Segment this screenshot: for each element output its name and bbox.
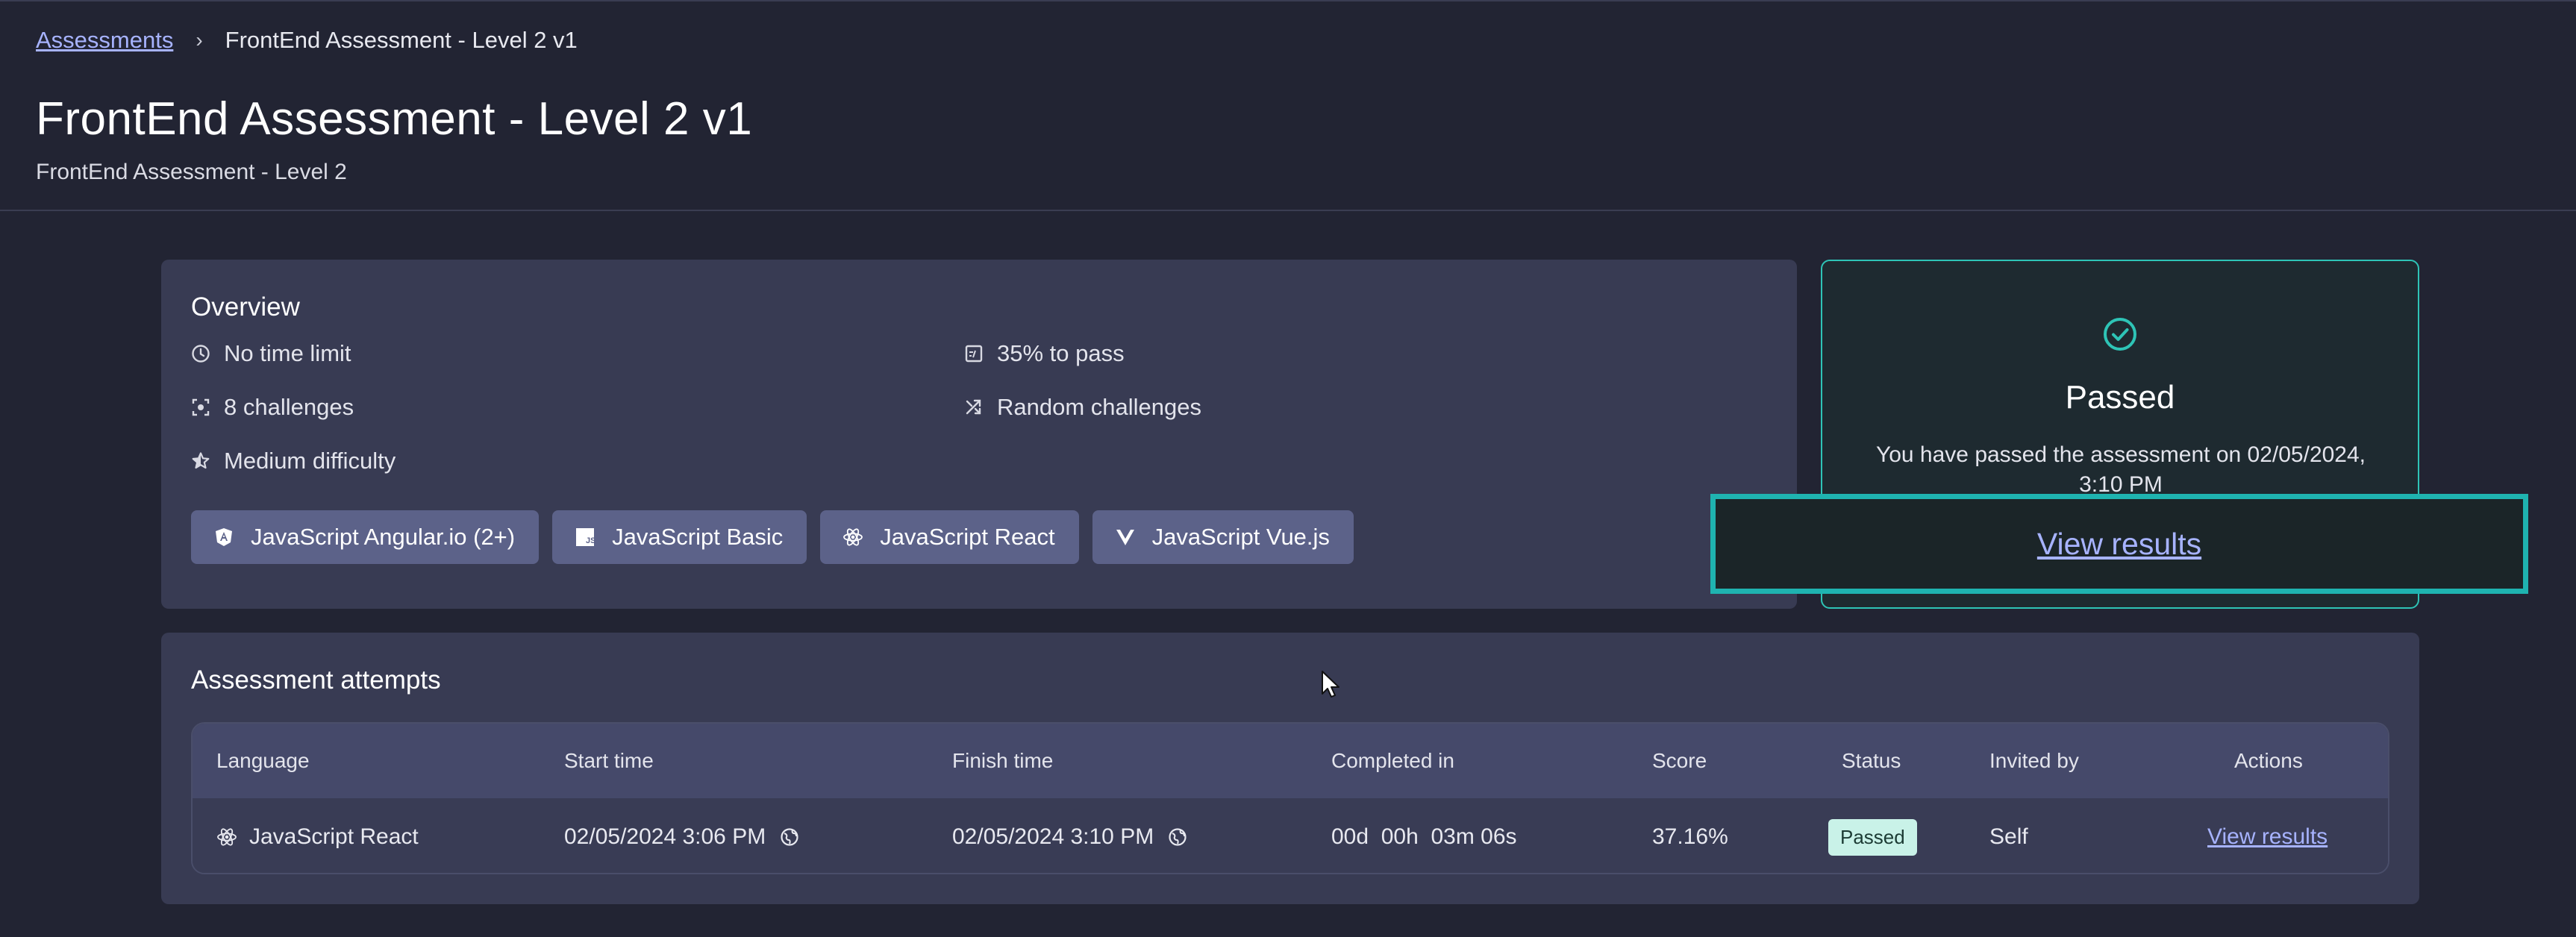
tag-vue: JavaScript Vue.js	[1092, 510, 1354, 564]
chevron-right-icon: ›	[196, 28, 203, 51]
column-header-actions: Actions	[2234, 749, 2303, 772]
javascript-icon: JS	[575, 527, 595, 548]
page-subtitle: FrontEnd Assessment - Level 2	[36, 160, 347, 184]
cell-status: Passed	[1828, 798, 1917, 873]
overview-item-label: 8 challenges	[224, 394, 354, 420]
cell-score: 37.16%	[1652, 824, 1728, 849]
overview-item-challenges: 8 challenges	[191, 394, 354, 421]
tag-angular: JavaScript Angular.io (2+)	[191, 510, 540, 564]
breadcrumb: Assessments › FrontEnd Assessment - Leve…	[36, 27, 578, 54]
page-header: Assessments › FrontEnd Assessment - Leve…	[0, 0, 2576, 211]
cell-completed-in: 00d 00h 03m 06s	[1331, 824, 1517, 849]
view-results-highlight[interactable]: View results	[1710, 494, 2528, 594]
attempts-card: Assessment attempts Language Start time …	[161, 633, 2419, 904]
breadcrumb-current: FrontEnd Assessment - Level 2 v1	[225, 27, 578, 53]
column-header-completed-in: Completed in	[1331, 749, 1454, 772]
react-icon	[216, 827, 237, 847]
tag-label: JavaScript Angular.io (2+)	[251, 524, 516, 550]
column-header-start-time: Start time	[564, 749, 654, 772]
overview-item-label: No time limit	[224, 340, 351, 366]
attempts-table: Language Start time Finish time Complete…	[191, 722, 2389, 874]
mouse-cursor-icon	[1322, 671, 1339, 698]
tag-label: JavaScript Vue.js	[1151, 524, 1330, 550]
column-header-finish-time: Finish time	[952, 749, 1054, 772]
svg-text:JS: JS	[586, 536, 595, 545]
cell-start-time: 02/05/2024 3:06 PM	[564, 798, 800, 873]
page: Assessments › FrontEnd Assessment - Leve…	[0, 0, 2576, 937]
angular-icon	[213, 527, 234, 548]
overview-item-difficulty: Medium difficulty	[191, 448, 396, 474]
globe-icon[interactable]	[1167, 827, 1188, 847]
column-header-score: Score	[1652, 749, 1707, 772]
table-row: JavaScript React 02/05/2024 3:06 PM 02/0…	[193, 798, 2388, 873]
overview-item-label: Medium difficulty	[224, 448, 396, 474]
language-tags: JavaScript Angular.io (2+) JS JavaScript…	[191, 510, 1354, 564]
vue-icon	[1115, 527, 1136, 548]
cell-invited-by: Self	[1989, 824, 2028, 849]
cell-actions: View results	[2207, 798, 2328, 873]
tag-react: JavaScript React	[820, 510, 1079, 564]
clock-icon	[191, 344, 210, 363]
breadcrumb-assessments-link[interactable]: Assessments	[36, 27, 173, 54]
table-header: Language Start time Finish time Complete…	[193, 724, 2388, 798]
overview-item-label: 35% to pass	[997, 340, 1125, 366]
overview-item-random: Random challenges	[964, 394, 1201, 421]
star-icon	[191, 451, 210, 471]
attempts-title: Assessment attempts	[191, 665, 441, 695]
overview-item-time-limit: No time limit	[191, 340, 351, 367]
column-header-invited-by: Invited by	[1989, 749, 2079, 772]
overview-item-label: Random challenges	[997, 394, 1202, 420]
overview-item-pass-threshold: 35% to pass	[964, 340, 1125, 367]
page-title: FrontEnd Assessment - Level 2 v1	[36, 93, 753, 145]
percent-icon	[964, 344, 984, 363]
status-badge: Passed	[1828, 818, 1917, 856]
column-header-status: Status	[1842, 749, 1901, 772]
overview-card: Overview No time limit 35% to pass 8 cha…	[161, 260, 1797, 609]
overview-title: Overview	[191, 292, 300, 322]
globe-icon[interactable]	[779, 827, 800, 847]
start-time-value: 02/05/2024 3:06 PM	[564, 824, 766, 849]
tag-label: JavaScript Basic	[612, 524, 784, 550]
tag-javascript-basic: JS JavaScript Basic	[552, 510, 807, 564]
view-results-link[interactable]: View results	[2037, 527, 2201, 562]
result-message: You have passed the assessment on 02/05/…	[1875, 442, 2366, 497]
challenges-icon	[191, 398, 210, 417]
cell-finish-time: 02/05/2024 3:10 PM	[952, 798, 1188, 873]
react-icon	[842, 527, 863, 548]
finish-time-value: 02/05/2024 3:10 PM	[952, 824, 1154, 849]
check-circle-icon	[2104, 318, 2136, 351]
shuffle-icon	[964, 398, 984, 417]
column-header-language: Language	[216, 749, 310, 772]
cell-language: JavaScript React	[216, 798, 419, 873]
tag-label: JavaScript React	[880, 524, 1055, 550]
result-status: Passed	[2065, 379, 2175, 416]
language-label: JavaScript React	[249, 824, 419, 849]
view-results-row-link[interactable]: View results	[2207, 824, 2328, 850]
